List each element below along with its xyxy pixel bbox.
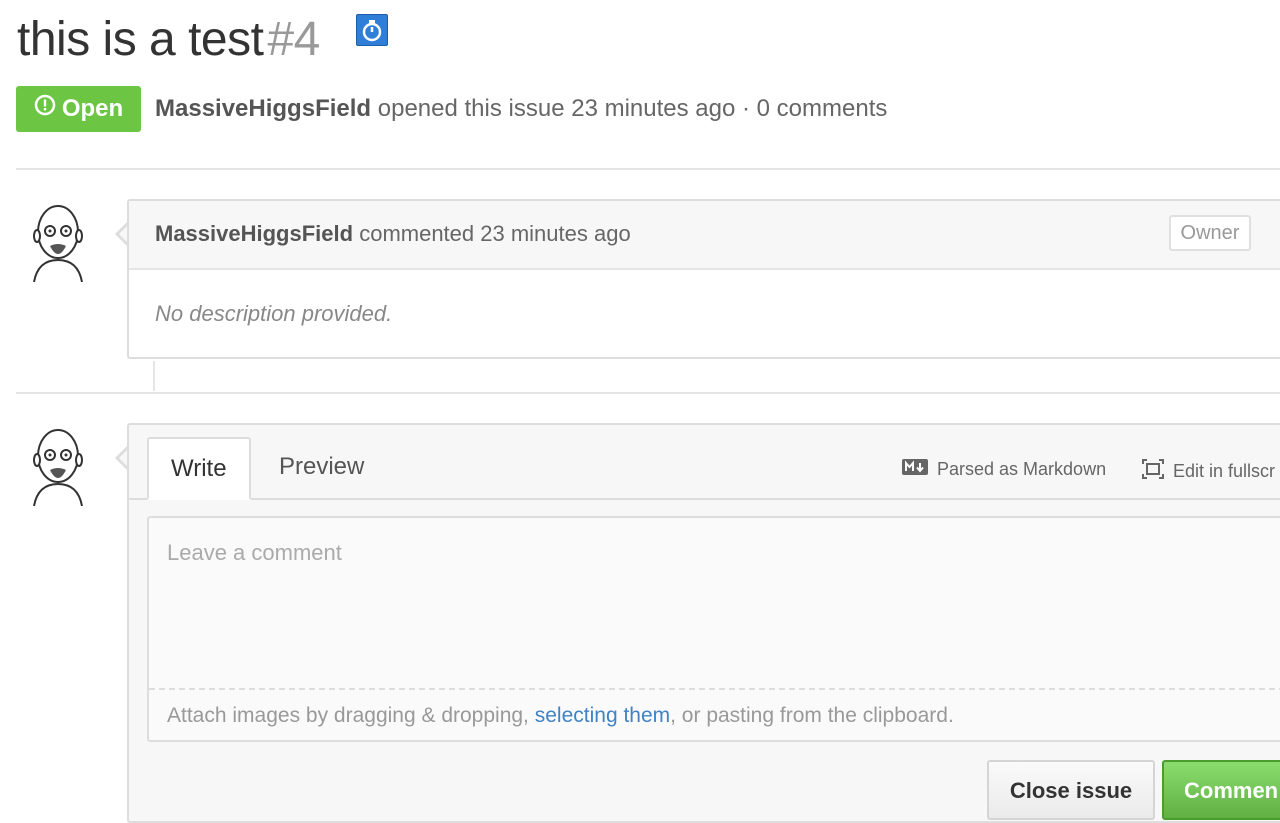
- comment-meta: MassiveHiggsField commented 23 minutes a…: [155, 221, 631, 247]
- write-area: Attach images by dragging & dropping, se…: [147, 516, 1280, 742]
- comment-input[interactable]: [149, 518, 1280, 688]
- comment-box: MassiveHiggsField commented 23 minutes a…: [127, 199, 1280, 359]
- tab-preview[interactable]: Preview: [257, 437, 386, 500]
- comment-header: MassiveHiggsField commented 23 minutes a…: [129, 201, 1280, 270]
- avatar[interactable]: [16, 198, 100, 283]
- comment-button[interactable]: Commen: [1162, 760, 1280, 820]
- avatar[interactable]: [16, 422, 100, 507]
- divider: [16, 168, 1280, 170]
- owner-label: Owner: [1169, 215, 1251, 251]
- comment-composer: Write Preview Parsed as Markdown Edit in…: [127, 423, 1280, 823]
- opened-text: opened this issue 23 minutes ago · 0 com…: [377, 95, 888, 122]
- comment-body: No description provided.: [155, 301, 393, 326]
- comment-action: commented 23 minutes ago: [359, 221, 631, 246]
- markdown-hint[interactable]: Parsed as Markdown: [901, 458, 1106, 481]
- status-label: Open: [61, 95, 124, 122]
- fullscreen-label: Edit in fullscr: [1173, 461, 1276, 481]
- issue-opened-icon: [34, 86, 56, 132]
- comment-author[interactable]: MassiveHiggsField: [155, 221, 353, 246]
- author-link[interactable]: MassiveHiggsField: [155, 95, 371, 122]
- attach-suffix: , or pasting from the clipboard.: [670, 704, 954, 727]
- markdown-icon: [901, 458, 929, 481]
- markdown-label: Parsed as Markdown: [937, 459, 1107, 479]
- composer-tabs: Write Preview Parsed as Markdown Edit in…: [129, 425, 1280, 500]
- close-issue-button[interactable]: Close issue: [987, 760, 1155, 820]
- timeline-line: [153, 361, 155, 391]
- tab-write[interactable]: Write: [147, 437, 251, 500]
- attach-prefix: Attach images by dragging & dropping,: [167, 704, 535, 727]
- select-files-link[interactable]: selecting them: [535, 704, 670, 727]
- issue-title-text: this is a test: [17, 13, 264, 66]
- divider: [16, 392, 1280, 394]
- issue-title: this is a test#4: [17, 8, 320, 72]
- fullscreen-link[interactable]: Edit in fullscr: [1141, 458, 1275, 485]
- status-badge: Open: [16, 86, 141, 132]
- stopwatch-icon[interactable]: [356, 14, 388, 46]
- fullscreen-icon: [1141, 458, 1165, 485]
- issue-number: #4: [267, 13, 320, 66]
- attach-drop-zone[interactable]: Attach images by dragging & dropping, se…: [149, 688, 1280, 742]
- issue-meta: MassiveHiggsField opened this issue 23 m…: [155, 92, 887, 126]
